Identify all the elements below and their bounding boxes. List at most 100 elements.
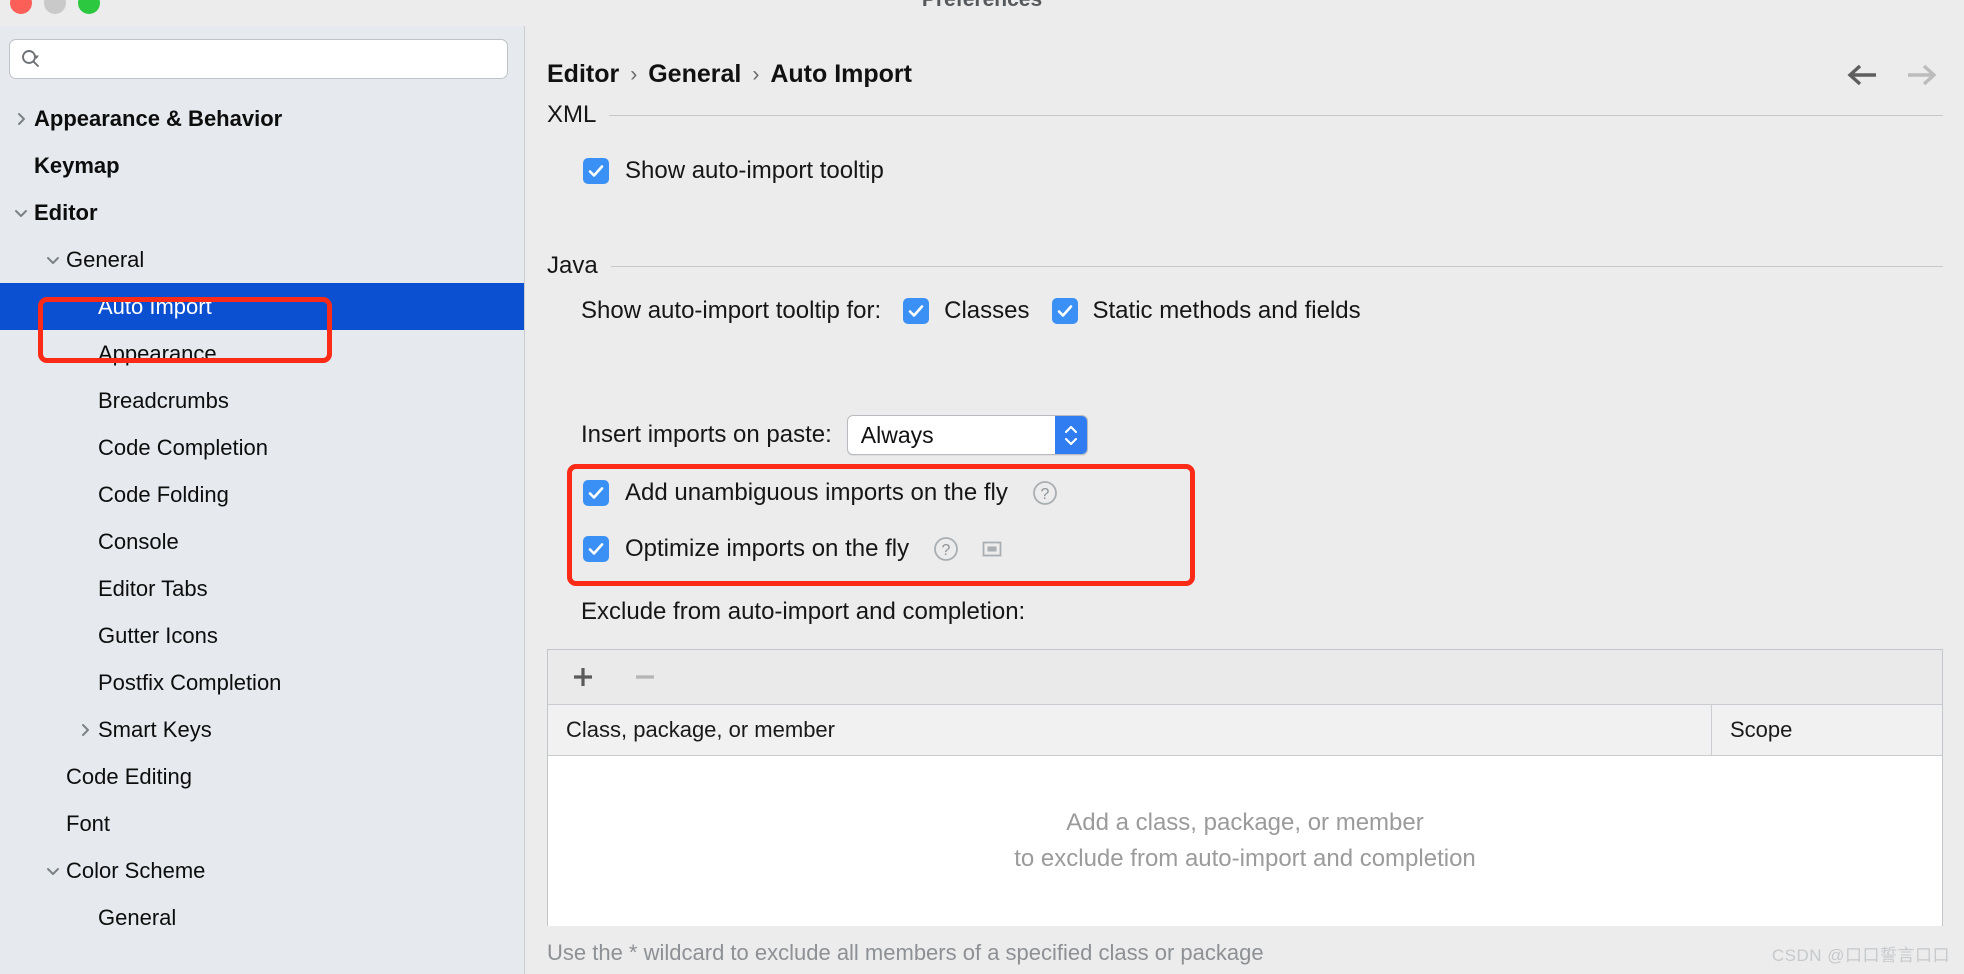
sidebar-item-auto-import[interactable]: Auto Import bbox=[0, 283, 524, 330]
chevron-right-icon[interactable] bbox=[8, 106, 34, 132]
sidebar-item-gutter-icons[interactable]: Gutter Icons bbox=[0, 612, 524, 659]
sidebar-item-keymap[interactable]: Keymap bbox=[0, 142, 524, 189]
chevron-right-icon[interactable] bbox=[72, 717, 98, 743]
add-exclusion-button[interactable] bbox=[570, 664, 596, 690]
sidebar-item-appearance-behavior[interactable]: Appearance & Behavior bbox=[0, 95, 524, 142]
xml-section-header: XML bbox=[547, 101, 1943, 129]
tooltip-for-label: Show auto-import tooltip for: bbox=[581, 297, 882, 324]
sidebar-item-label: Color Scheme bbox=[66, 857, 206, 883]
help-icon[interactable]: ? bbox=[933, 536, 959, 562]
settings-detail-panel: Editor › General › Auto Import XML Show … bbox=[525, 26, 1964, 974]
sidebar-item-label: Console bbox=[98, 528, 179, 554]
insert-on-paste-value: Always bbox=[860, 421, 934, 448]
breadcrumb: Editor › General › Auto Import bbox=[547, 60, 912, 89]
optimize-imports-label: Optimize imports on the fly bbox=[625, 535, 910, 562]
empty-state-line-2: to exclude from auto-import and completi… bbox=[1014, 845, 1476, 872]
search-field[interactable] bbox=[9, 39, 508, 79]
insert-on-paste-select[interactable]: Always bbox=[846, 415, 1088, 455]
search-area bbox=[0, 26, 524, 79]
exclude-label: Exclude from auto-import and completion: bbox=[581, 598, 1026, 625]
empty-state-line-1: Add a class, package, or member bbox=[1066, 809, 1424, 836]
xml-section-title: XML bbox=[547, 101, 597, 128]
sidebar-item-appearance[interactable]: Appearance bbox=[0, 330, 524, 377]
static-methods-checkbox[interactable] bbox=[1051, 298, 1078, 324]
classes-checkbox[interactable] bbox=[903, 298, 930, 324]
exclude-label-row: Exclude from auto-import and completion: bbox=[581, 598, 1025, 626]
sidebar-item-general[interactable]: General bbox=[0, 236, 524, 283]
settings-sidebar: Appearance & Behavior Keymap Editor General… bbox=[0, 26, 525, 974]
sidebar-item-label: Editor Tabs bbox=[98, 575, 208, 601]
sidebar-item-label: Code Completion bbox=[98, 434, 268, 460]
sidebar-item-console[interactable]: Console bbox=[0, 518, 524, 565]
sidebar-item-label: Appearance bbox=[98, 340, 217, 366]
sidebar-item-label: Auto Import bbox=[98, 293, 212, 319]
settings-tree: Appearance & Behavior Keymap Editor General… bbox=[0, 95, 524, 941]
chevron-down-icon[interactable] bbox=[40, 247, 66, 273]
breadcrumb-item-auto-import: Auto Import bbox=[770, 60, 912, 88]
preferences-window: Preferences Appearance & Behavior Keymap E… bbox=[0, 0, 1964, 974]
sidebar-item-general[interactable]: General bbox=[0, 894, 524, 941]
project-scope-icon[interactable] bbox=[981, 538, 1003, 560]
search-input[interactable] bbox=[42, 49, 507, 69]
chevron-down-icon[interactable] bbox=[40, 858, 66, 884]
xml-section-rule bbox=[609, 114, 1943, 116]
exclude-table-body[interactable]: Add a class, package, or member to exclu… bbox=[548, 756, 1942, 926]
sidebar-item-code-completion[interactable]: Code Completion bbox=[0, 424, 524, 471]
svg-text:?: ? bbox=[1040, 486, 1049, 503]
breadcrumb-separator-2: › bbox=[752, 62, 760, 86]
add-unambiguous-checkbox[interactable] bbox=[583, 480, 609, 506]
sidebar-item-label: Gutter Icons bbox=[98, 622, 218, 648]
remove-exclusion-button[interactable] bbox=[632, 664, 658, 690]
exclude-table-header: Class, package, or member Scope bbox=[548, 705, 1942, 756]
svg-text:?: ? bbox=[942, 542, 951, 559]
classes-label: Classes bbox=[944, 297, 1030, 324]
exclude-table: Class, package, or member Scope Add a cl… bbox=[547, 649, 1943, 926]
window-title: Preferences bbox=[0, 0, 1964, 12]
sidebar-item-breadcrumbs[interactable]: Breadcrumbs bbox=[0, 377, 524, 424]
sidebar-item-label: Editor bbox=[34, 199, 98, 225]
breadcrumb-item-editor[interactable]: Editor bbox=[547, 60, 619, 89]
sidebar-item-label: Appearance & Behavior bbox=[34, 105, 283, 131]
static-methods-label: Static methods and fields bbox=[1092, 297, 1361, 324]
column-header-scope[interactable]: Scope bbox=[1711, 705, 1942, 755]
sidebar-item-smart-keys[interactable]: Smart Keys bbox=[0, 706, 524, 753]
forward-arrow-icon[interactable] bbox=[1904, 62, 1938, 93]
sidebar-item-label: Code Folding bbox=[98, 481, 229, 507]
add-unambiguous-row[interactable]: Add unambiguous imports on the fly ? bbox=[583, 479, 1058, 507]
breadcrumb-item-general[interactable]: General bbox=[648, 60, 741, 89]
insert-on-paste-label: Insert imports on paste: bbox=[581, 421, 832, 448]
insert-on-paste-row: Insert imports on paste: Always bbox=[581, 415, 1088, 455]
sidebar-item-label: General bbox=[98, 904, 177, 930]
sidebar-item-font[interactable]: Font bbox=[0, 800, 524, 847]
sidebar-item-postfix-completion[interactable]: Postfix Completion bbox=[0, 659, 524, 706]
help-icon[interactable]: ? bbox=[1032, 480, 1058, 506]
show-xml-tooltip-label: Show auto-import tooltip bbox=[625, 157, 884, 184]
sidebar-item-color-scheme[interactable]: Color Scheme bbox=[0, 847, 524, 894]
column-header-class[interactable]: Class, package, or member bbox=[548, 705, 1711, 755]
sidebar-item-code-editing[interactable]: Code Editing bbox=[0, 753, 524, 800]
csdn-watermark: CSDN @口口誓言口口 bbox=[1771, 946, 1950, 965]
back-arrow-icon[interactable] bbox=[1846, 62, 1880, 93]
sidebar-item-label: Breadcrumbs bbox=[98, 387, 229, 413]
add-unambiguous-label: Add unambiguous imports on the fly bbox=[625, 479, 1008, 506]
sidebar-item-editor-tabs[interactable]: Editor Tabs bbox=[0, 565, 524, 612]
sidebar-item-label: Font bbox=[66, 810, 111, 836]
optimize-imports-checkbox[interactable] bbox=[583, 536, 609, 562]
java-section-header: Java bbox=[547, 252, 1943, 280]
exclude-table-toolbar bbox=[548, 650, 1942, 705]
sidebar-item-label: Keymap bbox=[34, 152, 120, 178]
sidebar-item-editor[interactable]: Editor bbox=[0, 189, 524, 236]
show-xml-tooltip-checkbox[interactable] bbox=[583, 158, 609, 184]
search-icon bbox=[20, 48, 42, 70]
sidebar-item-label: Postfix Completion bbox=[98, 669, 282, 695]
tooltip-for-row: Show auto-import tooltip for: Classes St… bbox=[581, 297, 1361, 325]
sidebar-item-code-folding[interactable]: Code Folding bbox=[0, 471, 524, 518]
show-xml-tooltip-row[interactable]: Show auto-import tooltip bbox=[583, 157, 884, 185]
optimize-imports-row[interactable]: Optimize imports on the fly ? bbox=[583, 535, 1003, 563]
sidebar-item-label: Smart Keys bbox=[98, 716, 212, 742]
chevron-down-icon[interactable] bbox=[8, 200, 34, 226]
chevron-updown-icon bbox=[1054, 416, 1087, 454]
sidebar-item-label: Code Editing bbox=[66, 763, 192, 789]
wildcard-hint: Use the * wildcard to exclude all member… bbox=[547, 940, 1264, 965]
sidebar-item-label: General bbox=[66, 246, 145, 272]
